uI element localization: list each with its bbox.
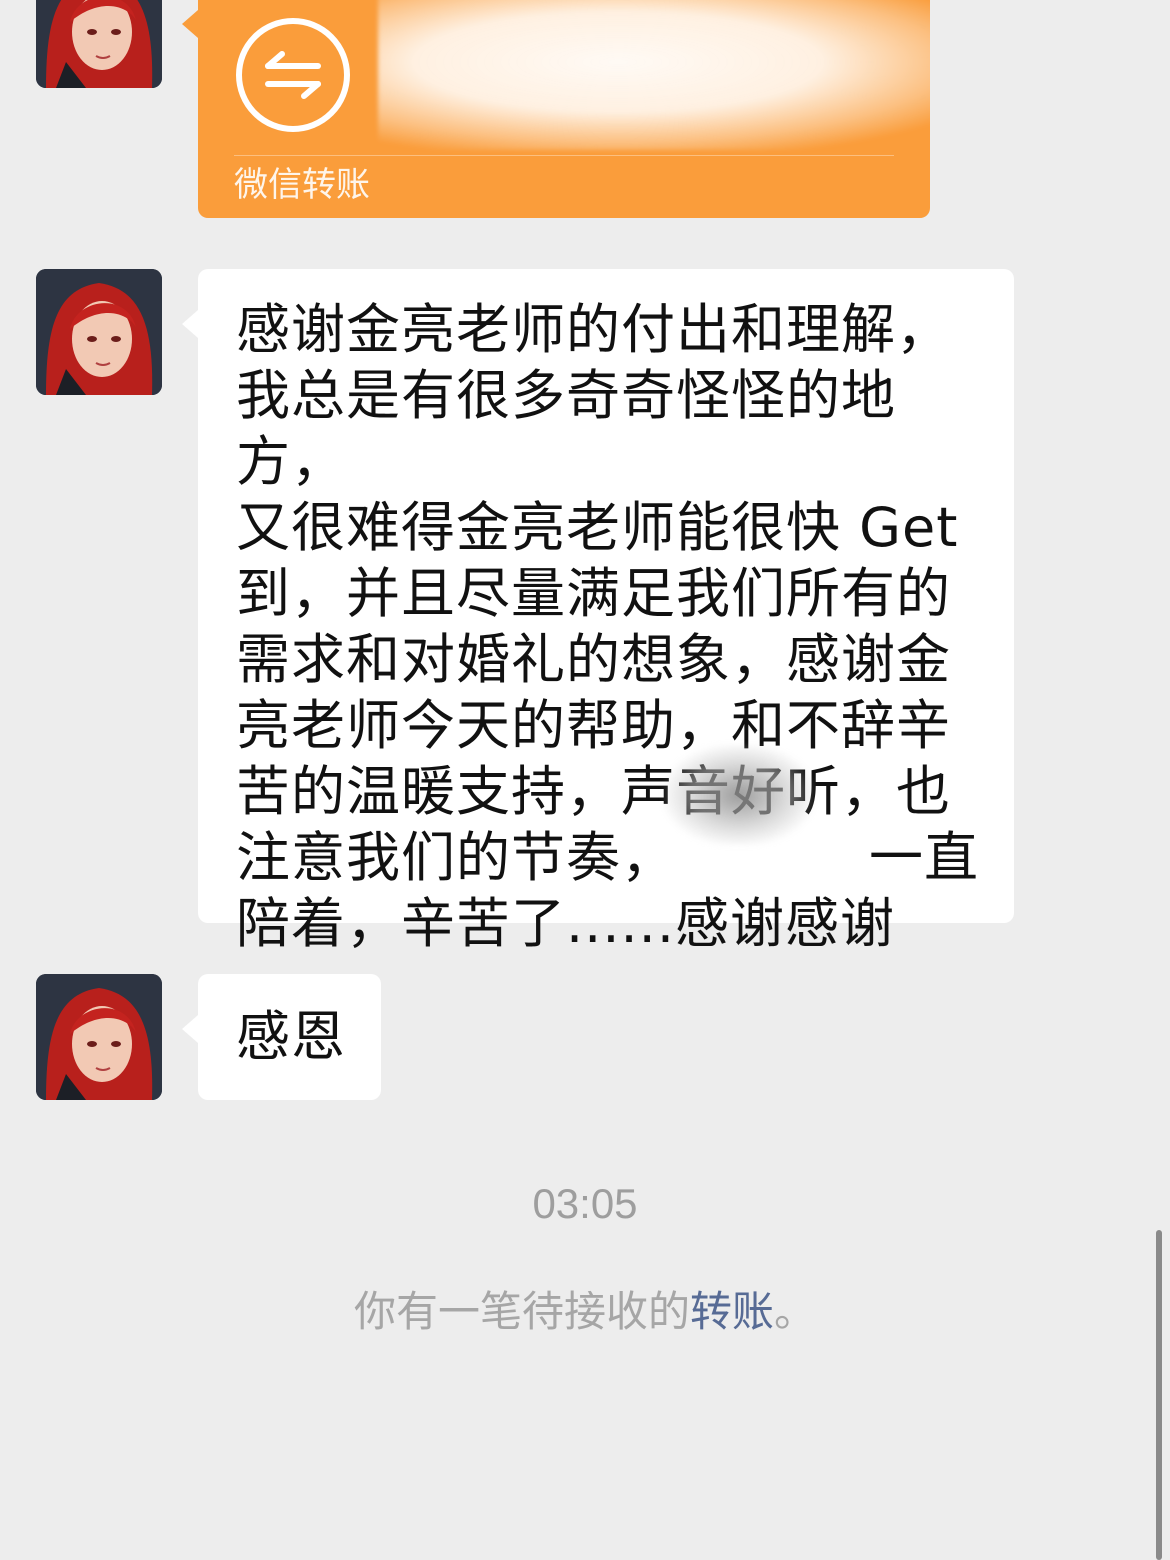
system-notice: 你有一笔待接收的转账。 [0, 1284, 1170, 1340]
bubble-tail [182, 10, 198, 38]
redacted-amount [378, 0, 930, 150]
transfer-label: 微信转账 [234, 165, 370, 205]
bubble-tail [182, 1015, 198, 1043]
avatar-illustration [36, 269, 162, 395]
transfer-divider [234, 155, 894, 156]
sender-avatar[interactable] [36, 974, 162, 1100]
transfer-arrows-icon [236, 18, 350, 132]
avatar-illustration [36, 0, 162, 88]
transfer-link[interactable]: 转账 [690, 1287, 774, 1336]
bubble-tail [182, 310, 198, 338]
transfer-card[interactable]: 微信转账 [198, 0, 930, 218]
sender-avatar[interactable] [36, 0, 162, 88]
message-bubble[interactable]: 感恩 [198, 974, 381, 1100]
message-timestamp: 03:05 [532, 1180, 638, 1227]
notice-prefix: 你有一笔待接收的 [353, 1287, 690, 1336]
message-bubble[interactable]: 感谢金亮老师的付出和理解， 我总是有很多奇奇怪怪的地方， 又很难得金亮老师能很快… [198, 269, 1014, 955]
sender-avatar[interactable] [36, 269, 162, 395]
avatar-illustration [36, 974, 162, 1100]
message-text: 感谢金亮老师的付出和理解， 我总是有很多奇奇怪怪的地方， 又很难得金亮老师能很快… [236, 298, 979, 955]
redacted-name [664, 745, 814, 845]
message-text: 感恩 [236, 1005, 346, 1068]
notice-suffix: 。 [774, 1287, 817, 1336]
scrollbar[interactable] [1156, 1230, 1162, 1560]
